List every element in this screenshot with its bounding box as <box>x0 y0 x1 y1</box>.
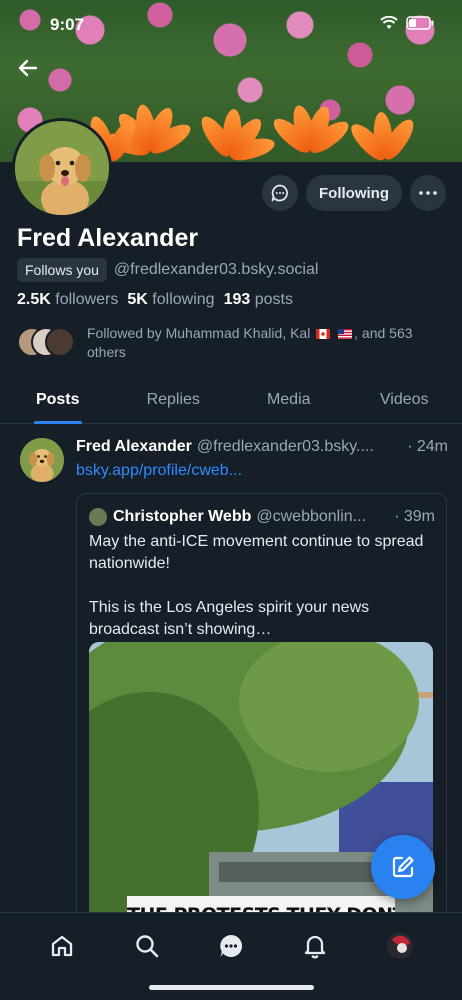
bell-icon <box>305 935 326 959</box>
post-link[interactable]: bsky.app/profile/cweb... <box>76 462 242 480</box>
nav-home[interactable] <box>44 928 80 964</box>
search-icon <box>135 935 158 958</box>
quote-text-line1: May the anti-ICE movement continue to sp… <box>89 533 424 572</box>
profile-avatar <box>386 933 413 959</box>
pencil-icon <box>392 856 414 878</box>
posts-count: 193 <box>223 291 251 308</box>
home-icon <box>52 935 73 957</box>
followed-by-text[interactable]: Followed by Muhammad Khalid, Kal , and 5… <box>87 324 447 362</box>
nav-profile[interactable] <box>382 928 418 964</box>
profile-name: Fred Alexander <box>17 224 199 252</box>
quote-text-line2: This is the Los Angeles spirit your news… <box>89 599 370 638</box>
wifi-icon <box>380 16 398 29</box>
followers-count: 2.5K <box>17 291 51 308</box>
dog-avatar-image <box>15 121 109 215</box>
tab-posts[interactable]: Posts <box>0 380 116 424</box>
message-button[interactable] <box>262 175 299 211</box>
followers-stat[interactable]: 2.5K followers <box>17 291 118 309</box>
bottom-nav <box>0 912 462 1000</box>
followed-by-prefix: Followed by Muhammad Khalid, Kal <box>87 325 311 341</box>
following-label: following <box>152 291 215 308</box>
tab-replies[interactable]: Replies <box>116 380 232 423</box>
compose-button[interactable] <box>371 835 435 899</box>
handle-row: Follows you @fredlexander03.bsky.social <box>17 258 318 282</box>
post-author-avatar[interactable] <box>20 438 64 482</box>
quote-header: Christopher Webb @cwebbonlin... · 39m <box>89 508 435 526</box>
post-author-name[interactable]: Fred Alexander <box>76 438 192 456</box>
post-time: · 24m <box>407 438 448 455</box>
more-options-button[interactable] <box>410 175 446 211</box>
battery-icon <box>406 16 434 30</box>
profile-handle: @fredlexander03.bsky.social <box>113 261 319 278</box>
tab-media[interactable]: Media <box>231 380 347 423</box>
posts-label: posts <box>254 291 293 308</box>
following-count: 5K <box>127 291 148 308</box>
profile-actions: Following <box>262 175 446 211</box>
ellipsis-icon <box>419 191 437 195</box>
back-button[interactable] <box>12 52 44 84</box>
nav-chat[interactable] <box>213 928 249 964</box>
following-stat[interactable]: 5K following <box>127 291 214 309</box>
chat-icon <box>220 934 243 957</box>
following-button[interactable]: Following <box>306 175 402 211</box>
follows-you-badge: Follows you <box>17 258 107 282</box>
followed-by-avatars[interactable] <box>17 325 79 359</box>
status-time: 9:07 <box>50 15 85 34</box>
arrow-left-icon <box>18 59 38 77</box>
nav-search[interactable] <box>129 928 165 964</box>
canada-flag-icon <box>316 329 331 340</box>
followers-label: followers <box>55 291 119 308</box>
post-author-handle: @fredlexander03.bsky.... <box>196 438 374 455</box>
tab-videos[interactable]: Videos <box>347 380 462 423</box>
quote-author-name: Christopher Webb <box>113 508 252 525</box>
dog-avatar-image <box>20 438 64 482</box>
nav-notifications[interactable] <box>297 928 333 964</box>
profile-stats: 2.5K followers 5K following 193 posts <box>17 291 293 309</box>
status-icons <box>380 16 434 30</box>
usa-flag-icon <box>338 329 353 340</box>
quote-time: · 39m <box>394 508 435 525</box>
post-header: Fred Alexander @fredlexander03.bsky.... … <box>76 438 448 456</box>
quote-author-avatar <box>89 508 107 526</box>
follower-avatar <box>45 327 75 357</box>
profile-tabs: Posts Replies Media Videos <box>0 380 462 424</box>
chat-bubble-icon <box>271 184 288 202</box>
quote-author-handle: @cwebbonlin... <box>256 508 367 525</box>
profile-avatar[interactable] <box>12 118 112 218</box>
posts-stat: 193 posts <box>224 291 293 309</box>
home-indicator <box>149 985 314 990</box>
